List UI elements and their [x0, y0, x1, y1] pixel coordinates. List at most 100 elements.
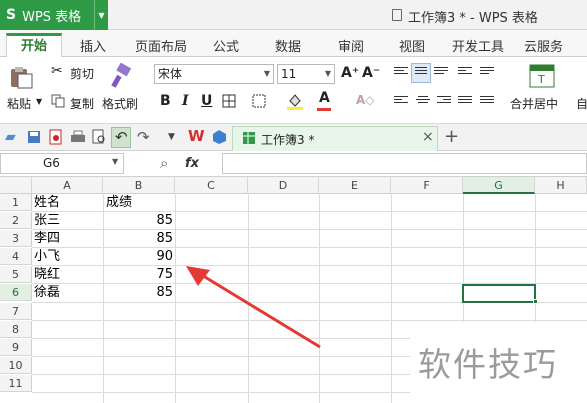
format-painter-button[interactable]: 格式刷 [102, 95, 138, 112]
column-header-f[interactable]: F [391, 177, 463, 194]
paste-icon[interactable] [8, 65, 34, 89]
tab-review[interactable]: 审阅 [338, 36, 364, 55]
format-painter-icon[interactable] [108, 63, 134, 89]
row-header-3[interactable]: 3 [0, 230, 32, 247]
row-header-10[interactable]: 10 [0, 357, 32, 374]
print-preview-icon[interactable] [92, 129, 107, 145]
align-center-icon[interactable] [416, 96, 430, 108]
row-header-9[interactable]: 9 [0, 339, 32, 356]
row-header-6[interactable]: 6 [0, 284, 32, 301]
cell-b2[interactable]: 85 [104, 212, 173, 229]
merge-center-button[interactable]: 合并居中 [510, 95, 558, 112]
underline-button[interactable]: U [201, 93, 212, 109]
align-middle-icon[interactable] [411, 63, 431, 83]
column-header-c[interactable]: C [175, 177, 248, 194]
font-color-icon[interactable]: A [319, 90, 330, 106]
close-tab-icon[interactable]: × [422, 129, 434, 145]
row-header-5[interactable]: 5 [0, 266, 32, 283]
cell-a1[interactable]: 姓名 [34, 194, 60, 211]
shrink-font-button[interactable]: A⁻ [362, 65, 380, 81]
app-menu-dropdown-icon[interactable]: ▼ [94, 0, 108, 30]
cube-icon[interactable] [212, 129, 227, 145]
cell-b1[interactable]: 成绩 [106, 194, 132, 211]
cell-b3[interactable]: 85 [104, 230, 173, 247]
tab-developer[interactable]: 开发工具 [452, 36, 504, 55]
select-all-corner[interactable] [0, 177, 32, 194]
font-size-value: 11 [281, 67, 297, 81]
align-left-icon[interactable] [394, 96, 408, 108]
column-header-d[interactable]: D [248, 177, 319, 194]
align-right-icon[interactable] [437, 96, 451, 108]
tab-insert[interactable]: 插入 [80, 36, 106, 55]
column-header-g[interactable]: G [463, 177, 535, 194]
orientation-icon[interactable] [458, 67, 472, 79]
paste-dropdown-icon[interactable]: ▼ [36, 97, 42, 106]
open-folder-icon[interactable]: ▰ [5, 129, 16, 145]
name-box[interactable]: G6 [0, 153, 124, 174]
fill-pattern-icon[interactable] [252, 94, 267, 109]
column-header-b[interactable]: B [103, 177, 175, 194]
column-header-h[interactable]: H [535, 177, 587, 194]
tab-data[interactable]: 数据 [275, 36, 301, 55]
tab-page-layout[interactable]: 页面布局 [135, 36, 187, 55]
align-top-icon[interactable] [394, 67, 408, 79]
tab-cloud[interactable]: 云服务 [524, 36, 563, 55]
zoom-formula-icon[interactable]: ⌕ [160, 154, 168, 172]
grow-font-button[interactable]: A⁺ [341, 65, 359, 81]
cell-a4[interactable]: 小飞 [34, 248, 60, 265]
align-bottom-icon[interactable] [434, 67, 448, 79]
auto-button-partial[interactable]: 自 [576, 95, 587, 112]
column-header-e[interactable]: E [319, 177, 391, 194]
cell-a6[interactable]: 徐磊 [34, 284, 60, 301]
fill-handle[interactable] [533, 299, 538, 304]
bold-button[interactable]: B [160, 93, 171, 109]
justify-icon[interactable] [458, 96, 472, 108]
row-header-11[interactable]: 11 [0, 375, 32, 392]
cell-a5[interactable]: 晓红 [34, 266, 60, 283]
merge-center-icon[interactable]: T [529, 64, 555, 88]
cell-a3[interactable]: 李四 [34, 230, 60, 247]
row-header-1[interactable]: 1 [0, 194, 32, 211]
print-icon[interactable] [70, 130, 86, 144]
row-header-8[interactable]: 8 [0, 321, 32, 338]
save-icon[interactable] [27, 130, 41, 144]
tab-view[interactable]: 视图 [399, 36, 425, 55]
cut-button[interactable]: 剪切 [70, 65, 94, 82]
selected-cell-g6[interactable] [462, 284, 536, 303]
chevron-down-icon: ▼ [263, 69, 270, 78]
spreadsheet-icon [243, 132, 255, 144]
cell-b5[interactable]: 75 [104, 266, 173, 283]
annotation-arrow-icon [186, 266, 321, 349]
tab-formula[interactable]: 公式 [213, 36, 239, 55]
border-icon[interactable] [222, 94, 237, 109]
customize-toolbar-icon[interactable]: ▼ [168, 132, 175, 142]
grid-line [391, 194, 392, 403]
clear-format-icon[interactable]: A◇ [356, 93, 375, 107]
italic-button[interactable]: I [182, 93, 189, 109]
app-menu-button[interactable]: S WPS 表格 ▼ [0, 0, 108, 30]
formula-input[interactable] [222, 153, 587, 174]
document-tab-label: 工作簿3 * [261, 133, 315, 147]
export-pdf-icon[interactable] [48, 129, 64, 145]
row-header-2[interactable]: 2 [0, 212, 32, 229]
font-name-select[interactable]: 宋体 ▼ [154, 64, 274, 84]
distributed-icon[interactable] [480, 96, 494, 108]
font-size-select[interactable]: 11 ▼ [277, 64, 335, 84]
row-header-4[interactable]: 4 [0, 248, 32, 265]
fill-color-icon[interactable] [286, 92, 304, 110]
new-tab-icon[interactable]: + [444, 126, 459, 147]
cell-b6[interactable]: 85 [104, 284, 173, 301]
row-header-7[interactable]: 7 [0, 303, 32, 320]
paste-button[interactable]: 粘贴 [7, 95, 31, 112]
tab-home[interactable]: 开始 [6, 33, 62, 58]
column-header-a[interactable]: A [32, 177, 103, 194]
copy-button[interactable]: 复制 [70, 95, 94, 112]
redo-icon[interactable]: ↷ [137, 128, 150, 146]
watermark-text: 软件技巧 [418, 345, 558, 384]
cell-b4[interactable]: 90 [104, 248, 173, 265]
insert-function-icon[interactable]: fx [185, 156, 199, 171]
cell-a2[interactable]: 张三 [34, 212, 60, 229]
wrap-text-icon[interactable] [480, 67, 494, 79]
wps-w-logo-icon[interactable]: W [188, 127, 205, 145]
name-box-dropdown-icon[interactable]: ▼ [112, 157, 118, 166]
